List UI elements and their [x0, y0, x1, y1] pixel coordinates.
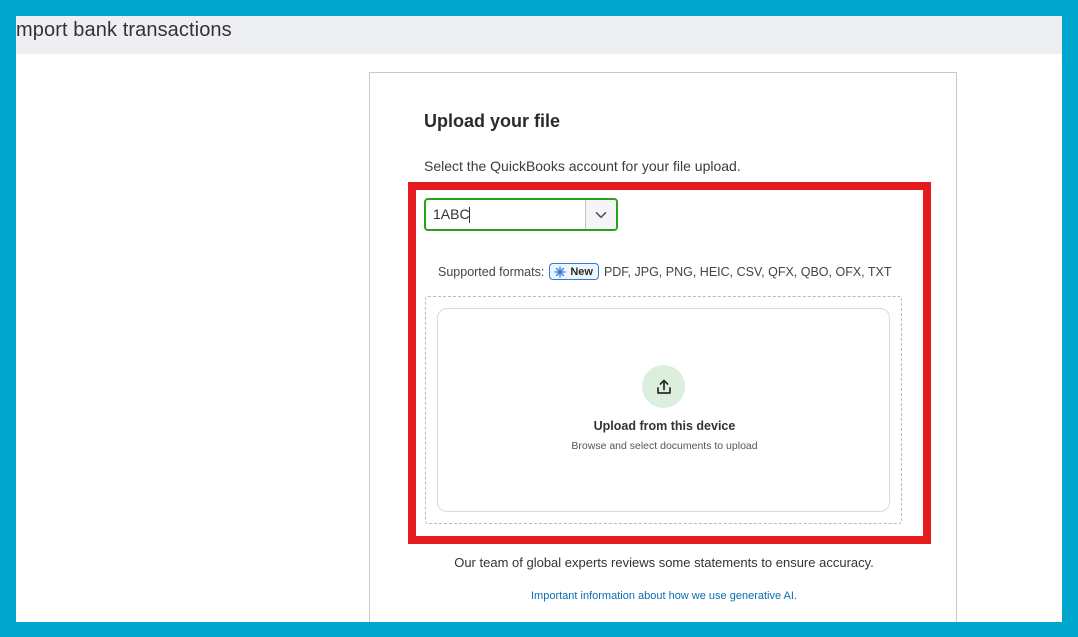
chevron-down-icon	[595, 211, 607, 218]
new-badge-label: New	[570, 265, 593, 278]
upload-subtitle: Browse and select documents to upload	[571, 440, 758, 452]
upload-card: Upload your file Select the QuickBooks a…	[369, 72, 957, 622]
upload-icon-circle[interactable]	[642, 365, 685, 408]
upload-icon	[656, 379, 671, 394]
text-caret	[468, 207, 470, 224]
new-badge: New	[549, 263, 599, 280]
supported-formats: Supported formats: New PDF, JPG, PNG, HE…	[438, 263, 892, 280]
upload-title: Upload from this device	[593, 419, 736, 433]
sparkle-icon	[554, 265, 566, 278]
formats-list: PDF, JPG, PNG, HEIC, CSV, QFX, QBO, OFX,…	[603, 264, 892, 279]
formats-label: Supported formats:	[438, 264, 545, 279]
generative-ai-info-link[interactable]: Important information about how we use g…	[370, 590, 958, 602]
upload-from-device-tile[interactable]: Upload from this device Browse and selec…	[437, 308, 890, 512]
card-title: Upload your file	[424, 111, 561, 131]
account-select-value[interactable]: 1ABC	[426, 200, 585, 229]
page-title: mport bank transactions	[16, 19, 232, 41]
card-subtitle: Select the QuickBooks account for your f…	[424, 158, 741, 174]
page-header: mport bank transactions	[16, 16, 1062, 54]
app-screen: mport bank transactions Upload your file…	[16, 16, 1062, 622]
file-dropzone[interactable]: Upload from this device Browse and selec…	[425, 296, 902, 524]
review-note: Our team of global experts reviews some …	[454, 555, 874, 570]
account-select[interactable]: 1ABC	[424, 198, 618, 231]
account-select-toggle[interactable]	[585, 200, 616, 229]
